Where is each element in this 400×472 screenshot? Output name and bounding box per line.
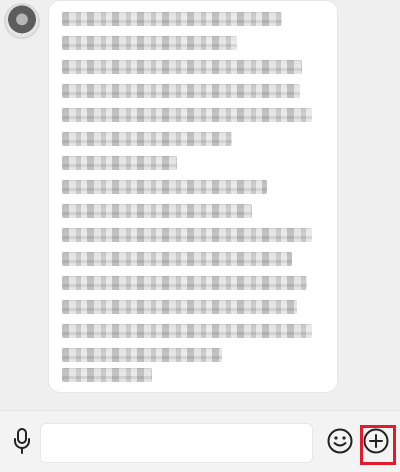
chat-area (0, 0, 400, 410)
message-bubble[interactable] (48, 0, 338, 393)
voice-input-button[interactable] (0, 419, 44, 463)
redacted-message-content (62, 12, 324, 384)
smiley-icon (326, 427, 354, 455)
more-actions-button[interactable] (356, 417, 396, 465)
input-toolbar (0, 410, 400, 472)
contact-avatar[interactable] (4, 3, 40, 39)
plus-circle-icon (362, 427, 390, 455)
microphone-icon (11, 427, 33, 455)
message-input-field[interactable] (40, 423, 313, 463)
